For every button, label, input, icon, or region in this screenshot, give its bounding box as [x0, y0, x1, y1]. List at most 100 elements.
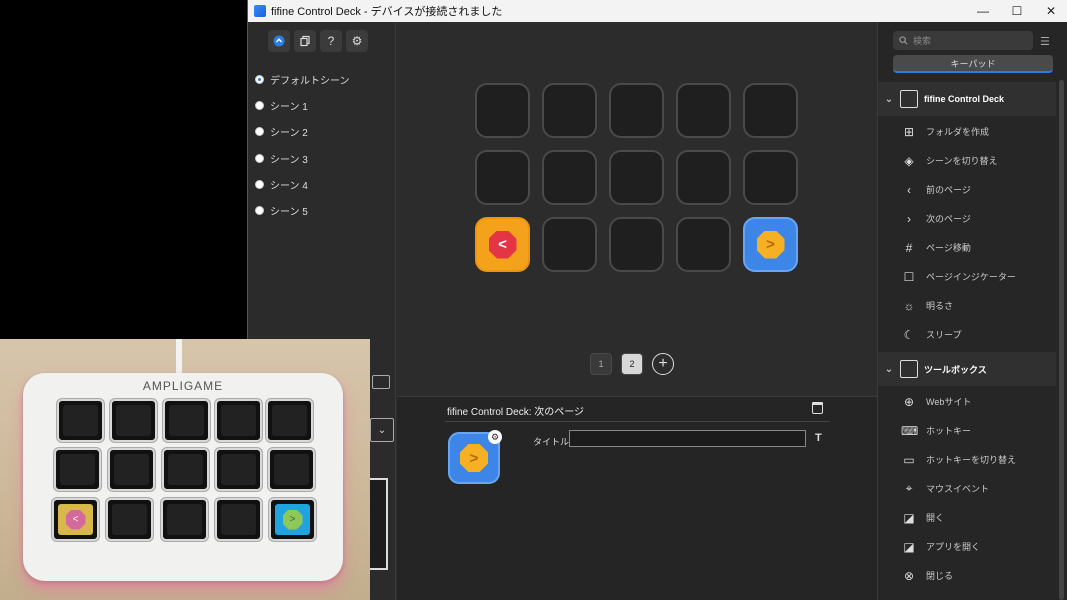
key-slot[interactable] [609, 83, 664, 138]
action-mouse-event[interactable]: ⌖ マウスイベント [878, 474, 1056, 503]
device-key [110, 399, 157, 442]
key-slot[interactable] [676, 83, 731, 138]
next-page-icon: > [756, 230, 785, 259]
page-1-button[interactable]: 1 [590, 353, 612, 375]
device-key [215, 498, 262, 541]
list-view-icon[interactable]: ☰ [1040, 35, 1050, 48]
copy-button[interactable] [294, 30, 316, 52]
action-label: 明るさ [926, 301, 954, 311]
key-slot[interactable] [542, 83, 597, 138]
divider [445, 421, 830, 422]
device-key [108, 448, 155, 491]
square-icon: ☐ [903, 269, 915, 284]
keypad-tab[interactable]: キーパッド [893, 55, 1053, 73]
key-slot[interactable] [676, 150, 731, 205]
partial-panel [370, 478, 388, 570]
scene-label: シーン 1 [270, 101, 308, 113]
key-slot[interactable] [743, 83, 798, 138]
action-label: ホットキー [926, 426, 972, 436]
action-label: アプリを開く [926, 542, 981, 552]
radio-icon [255, 179, 264, 189]
key-slot[interactable] [609, 217, 664, 272]
keyboard-icon: ⌨ [901, 423, 919, 438]
device-key [163, 399, 210, 442]
radio-icon [255, 153, 264, 163]
action-label: 閉じる [926, 571, 954, 581]
action-next-page[interactable]: › 次のページ [878, 204, 1056, 233]
settings-button[interactable]: ⚙ [346, 30, 368, 52]
device-key [215, 399, 262, 442]
action-label: 前のページ [926, 185, 971, 195]
copy-icon [300, 35, 310, 47]
scene-item-default[interactable]: デフォルトシーン [248, 66, 395, 92]
action-sleep[interactable]: ☾ スリープ [878, 320, 1056, 349]
next-page-icon: > [460, 444, 488, 472]
action-close[interactable]: ⊗ 閉じる [878, 561, 1056, 590]
action-hotkey[interactable]: ⌨ ホットキー [878, 416, 1056, 445]
group-fifine-control-deck[interactable]: ⌄ fifine Control Deck [878, 82, 1056, 116]
scene-item-1[interactable]: シーン 1 [248, 92, 395, 118]
scene-item-2[interactable]: シーン 2 [248, 119, 395, 145]
chevron-down-icon: ⌄ [884, 93, 894, 105]
key-slot[interactable] [475, 83, 530, 138]
action-prev-page[interactable]: ‹ 前のページ [878, 175, 1056, 204]
action-open[interactable]: ◪ 開く [878, 503, 1056, 532]
device-key [162, 448, 209, 491]
layers-icon: ◈ [904, 153, 914, 168]
properties-header: fifine Control Deck: 次のページ [447, 407, 585, 418]
action-label: 次のページ [926, 214, 971, 224]
help-button[interactable]: ? [320, 30, 342, 52]
radio-icon [255, 127, 264, 137]
scene-item-4[interactable]: シーン 4 [248, 171, 395, 197]
action-brightness[interactable]: ☼ 明るさ [878, 291, 1056, 320]
action-open-app[interactable]: ◪ アプリを開く [878, 532, 1056, 561]
scene-label: シーン 3 [270, 154, 308, 166]
title-input[interactable] [569, 430, 806, 447]
minimize-button[interactable]: — [966, 0, 1000, 22]
close-button[interactable]: ✕ [1034, 0, 1067, 22]
key-slot[interactable] [609, 150, 664, 205]
maximize-button[interactable]: ☐ [1000, 0, 1034, 22]
action-label: スリープ [926, 330, 962, 340]
action-page-indicator[interactable]: ☐ ページインジケーター [878, 262, 1056, 291]
scene-item-5[interactable]: シーン 5 [248, 197, 395, 223]
gear-icon[interactable]: ⚙ [488, 430, 502, 444]
add-page-button[interactable]: + [652, 353, 674, 375]
key-slot[interactable] [475, 150, 530, 205]
key-properties-panel: fifine Control Deck: 次のページ > ⚙ タイトル : T [397, 396, 877, 600]
scrollbar[interactable] [1059, 80, 1064, 600]
scene-label: シーン 4 [270, 180, 308, 192]
hash-icon: # [905, 240, 913, 255]
action-panel: 検索 ☰ キーパッド ⌄ fifine Control Deck ⊞ フォルダを作… [877, 22, 1067, 600]
key-slot[interactable] [542, 217, 597, 272]
text-style-button[interactable]: T [815, 432, 822, 444]
next-page-key[interactable]: > [743, 217, 798, 272]
title-label: タイトル : [533, 437, 575, 447]
search-input[interactable]: 検索 [893, 31, 1033, 50]
action-go-to-page[interactable]: # ページ移動 [878, 233, 1056, 262]
scene-item-3[interactable]: シーン 3 [248, 145, 395, 171]
action-switch-scene[interactable]: ◈ シーンを切り替え [878, 146, 1056, 175]
panel-icon[interactable] [372, 375, 390, 389]
moon-icon: ☾ [903, 327, 915, 342]
trash-icon[interactable] [812, 402, 823, 414]
page-2-button[interactable]: 2 [621, 353, 643, 375]
selected-key-preview[interactable]: > ⚙ [448, 430, 502, 484]
action-website[interactable]: ⊕ Webサイト [878, 387, 1056, 416]
mouse-icon: ⌖ [905, 481, 913, 495]
action-create-folder[interactable]: ⊞ フォルダを作成 [878, 117, 1056, 146]
key-slot[interactable] [676, 217, 731, 272]
key-slot[interactable] [542, 150, 597, 205]
action-toggle-hotkey[interactable]: ▭ ホットキーを切り替え [878, 445, 1056, 474]
chevron-down-icon[interactable]: ⌄ [370, 418, 394, 442]
key-slot[interactable] [743, 150, 798, 205]
globe-icon: ⊕ [903, 394, 915, 409]
action-label: ページインジケーター [926, 272, 1016, 282]
prev-page-key[interactable]: < [475, 217, 530, 272]
close-circle-icon: ⊗ [903, 568, 915, 583]
group-toolbox[interactable]: ⌄ ツールボックス [878, 352, 1056, 386]
device-key-next: > [269, 498, 316, 541]
device-key [215, 448, 262, 491]
home-button[interactable] [268, 30, 290, 52]
device-key [161, 498, 208, 541]
